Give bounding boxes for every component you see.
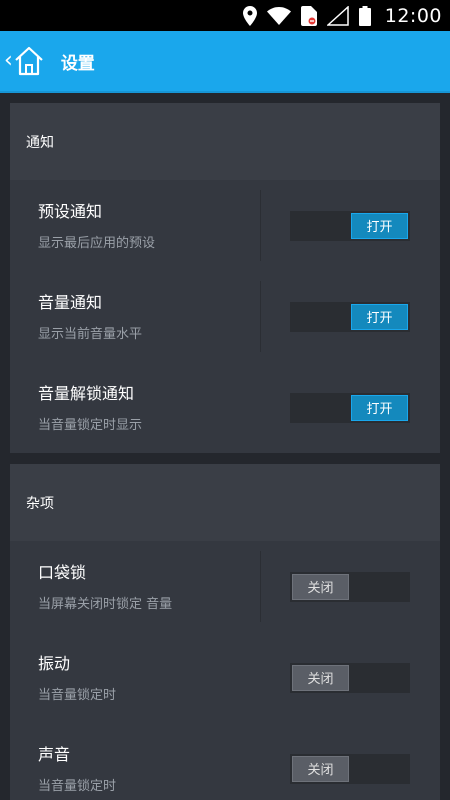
setting-row-volume-notification[interactable]: 音量通知 显示当前音量水平 打开: [10, 271, 440, 362]
setting-row-preset-notification[interactable]: 预设通知 显示最后应用的预设 打开: [10, 180, 440, 271]
setting-title: 预设通知: [38, 202, 103, 221]
sound-toggle[interactable]: 关闭: [290, 753, 410, 784]
setting-row-sound[interactable]: 声音 当音量锁定时 关闭: [10, 723, 440, 800]
toggle-knob: 打开: [351, 303, 408, 330]
page-title: 设置: [60, 53, 95, 74]
sim-icon: [300, 5, 317, 26]
volume-unlock-notification-toggle[interactable]: 打开: [290, 392, 410, 423]
settings-content[interactable]: 通知 预设通知 显示最后应用的预设 打开 音量通知 显示当前音量水平 打开 音量…: [0, 93, 450, 800]
setting-row-pocket-lock[interactable]: 口袋锁 当屏幕关闭时锁定 音量 关闭: [10, 541, 440, 632]
row-divider: [260, 281, 261, 352]
section-misc: 杂项 口袋锁 当屏幕关闭时锁定 音量 关闭 振动 当音量锁定时 关闭 声音 当音…: [10, 464, 440, 800]
setting-subtitle: 当屏幕关闭时锁定 音量: [38, 597, 173, 612]
section-notifications: 通知 预设通知 显示最后应用的预设 打开 音量通知 显示当前音量水平 打开 音量…: [10, 103, 440, 453]
setting-row-vibration[interactable]: 振动 当音量锁定时 关闭: [10, 632, 440, 723]
setting-text: 音量通知 显示当前音量水平: [38, 289, 142, 342]
status-clock: 12:00: [384, 4, 442, 27]
row-divider: [260, 551, 261, 622]
battery-icon: [358, 5, 371, 26]
volume-notification-toggle[interactable]: 打开: [290, 301, 410, 332]
toggle-knob: 关闭: [292, 755, 349, 782]
vibration-toggle[interactable]: 关闭: [290, 662, 410, 693]
action-bar: ‹ 设置: [0, 31, 450, 93]
setting-text: 预设通知 显示最后应用的预设: [38, 198, 155, 251]
setting-subtitle: 当音量锁定时: [38, 688, 117, 703]
wifi-icon: [266, 6, 291, 25]
up-navigation-button[interactable]: ‹: [4, 31, 45, 91]
setting-subtitle: 当音量锁定时显示: [38, 418, 143, 433]
section-header-misc: 杂项: [10, 464, 440, 541]
setting-title: 音量通知: [38, 293, 103, 312]
setting-text: 声音 当音量锁定时: [38, 741, 116, 794]
setting-text: 振动 当音量锁定时: [38, 650, 116, 703]
signal-icon: [326, 5, 349, 26]
home-icon: [13, 46, 45, 76]
section-header-notifications: 通知: [10, 103, 440, 180]
toggle-knob: 打开: [351, 212, 408, 239]
setting-title: 声音: [38, 745, 71, 764]
toggle-knob: 打开: [351, 394, 408, 421]
setting-subtitle: 显示最后应用的预设: [38, 236, 156, 251]
preset-notification-toggle[interactable]: 打开: [290, 210, 410, 241]
setting-text: 口袋锁 当屏幕关闭时锁定 音量: [38, 559, 172, 612]
setting-subtitle: 显示当前音量水平: [38, 327, 143, 342]
toggle-knob: 关闭: [292, 573, 349, 600]
setting-title: 口袋锁: [38, 563, 87, 582]
status-bar: 12:00: [0, 0, 450, 31]
chevron-left-icon: ‹: [4, 48, 13, 73]
setting-subtitle: 当音量锁定时: [38, 779, 117, 794]
setting-title: 振动: [38, 654, 71, 673]
setting-row-volume-unlock-notification[interactable]: 音量解锁通知 当音量锁定时显示 打开: [10, 362, 440, 453]
setting-title: 音量解锁通知: [38, 384, 135, 403]
row-divider: [260, 190, 261, 261]
toggle-knob: 关闭: [292, 664, 349, 691]
pocket-lock-toggle[interactable]: 关闭: [290, 571, 410, 602]
setting-text: 音量解锁通知 当音量锁定时显示: [38, 380, 142, 433]
location-icon: [242, 5, 257, 26]
